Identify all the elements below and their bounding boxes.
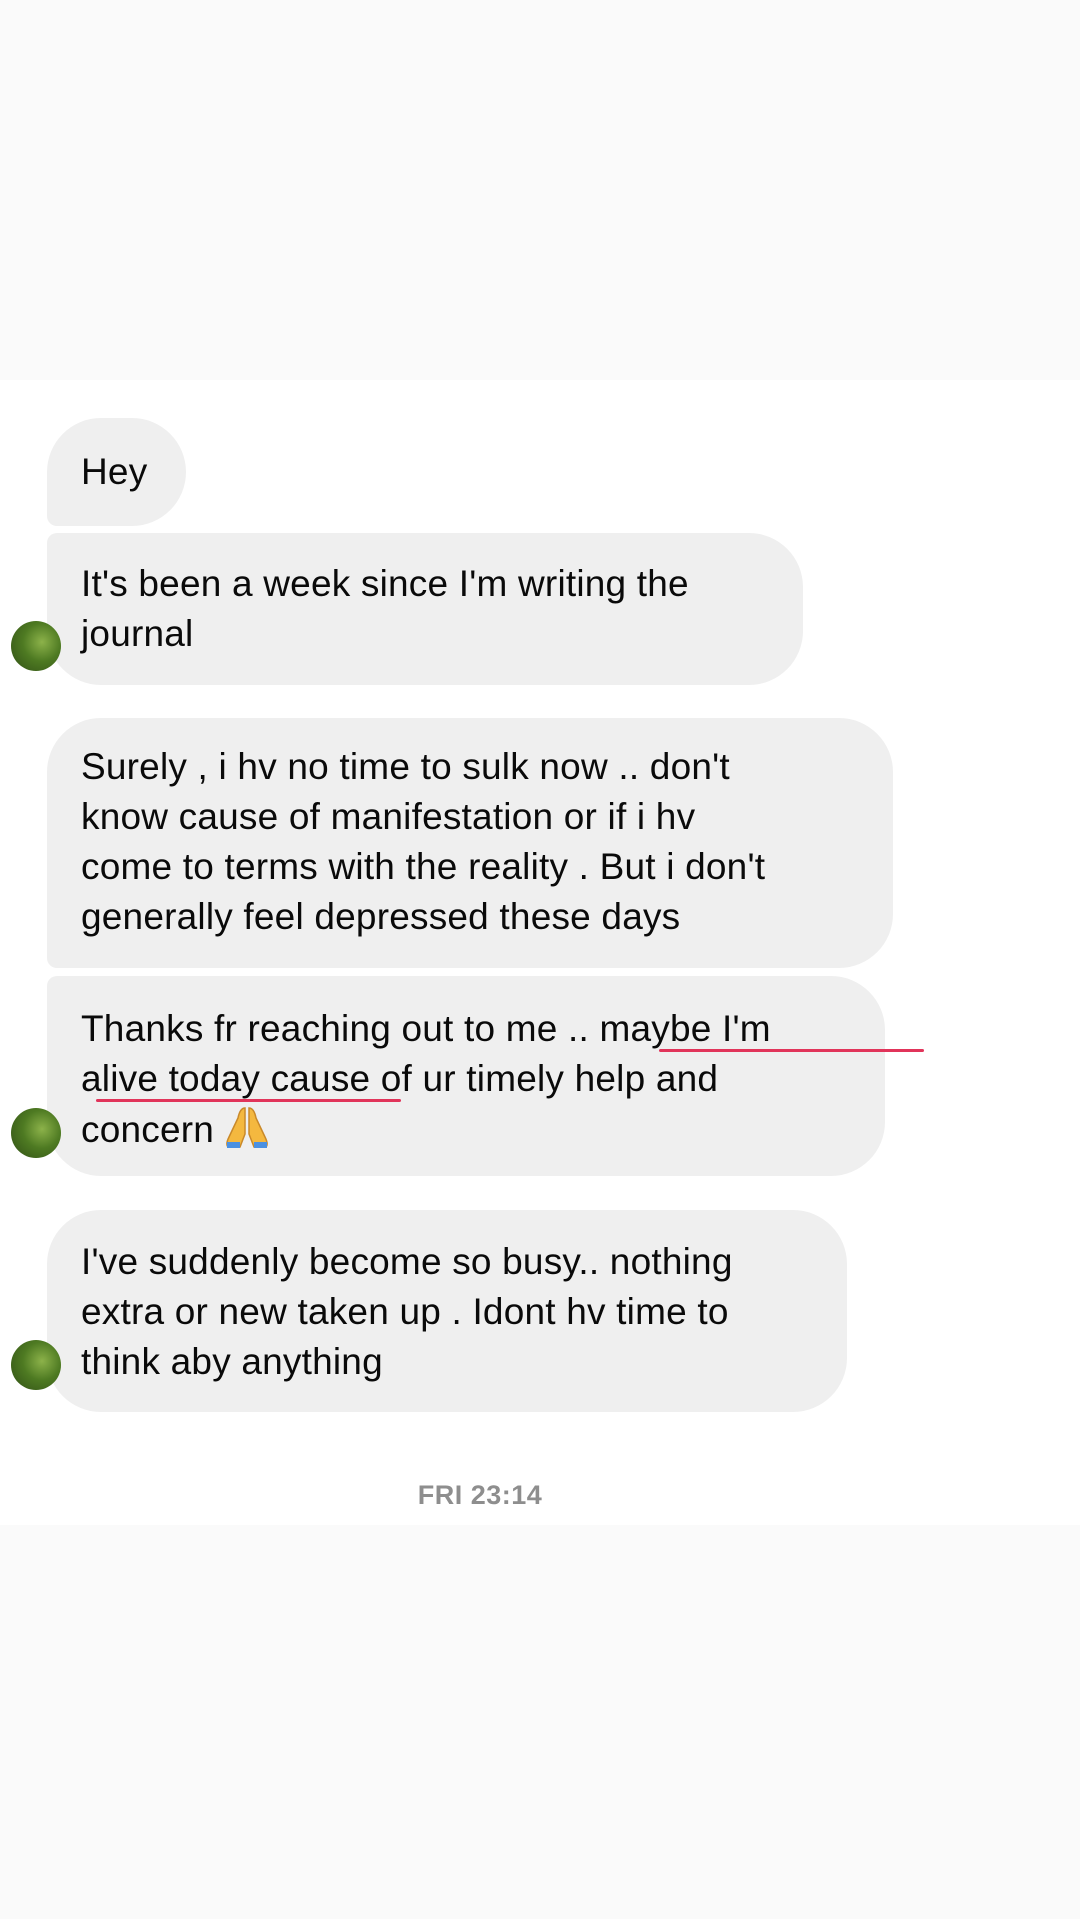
message-text: know cause of manifestation or if i hv bbox=[81, 796, 696, 837]
message-text: extra or new taken up . Idont hv time to bbox=[81, 1291, 729, 1332]
message-bubble[interactable]: I've suddenly become so busy.. nothing e… bbox=[11, 1210, 847, 1412]
message-text: concern bbox=[81, 1104, 851, 1161]
header-area bbox=[0, 0, 1080, 380]
message-text: Surely , i hv no time to sulk now .. don… bbox=[81, 746, 730, 787]
message-text: think aby anything bbox=[81, 1341, 383, 1382]
message-bubble[interactable]: Hey bbox=[47, 418, 186, 526]
avatar[interactable] bbox=[11, 1108, 61, 1158]
message-text: It's been a week since I'm writing the bbox=[81, 563, 689, 604]
footer-area bbox=[0, 1525, 1080, 1919]
avatar[interactable] bbox=[11, 621, 61, 671]
message-text: come to terms with the reality . But i d… bbox=[81, 846, 766, 887]
message-bubble[interactable]: Thanks fr reaching out to me .. maybe I'… bbox=[11, 976, 924, 1176]
message-bubble[interactable]: Surely , i hv no time to sulk now .. don… bbox=[47, 718, 893, 968]
message-text: journal bbox=[81, 613, 194, 654]
avatar[interactable] bbox=[11, 1340, 61, 1390]
message-text: Hey bbox=[81, 451, 148, 492]
message-text-segment: concern bbox=[81, 1109, 215, 1150]
highlight-underline bbox=[96, 1099, 401, 1102]
message-text: generally feel depressed these days bbox=[81, 896, 681, 937]
message-bubble[interactable]: It's been a week since I'm writing the j… bbox=[11, 533, 803, 685]
message-text: alive today cause of ur timely help and bbox=[81, 1058, 719, 1099]
message-text: Thanks fr reaching out to me .. maybe I'… bbox=[81, 1008, 771, 1049]
message-timestamp: FRI 23:14 bbox=[417, 1480, 543, 1510]
highlight-underline bbox=[659, 1049, 924, 1052]
message-text: I've suddenly become so busy.. nothing bbox=[81, 1241, 733, 1282]
folded-hands-icon bbox=[222, 1104, 272, 1161]
